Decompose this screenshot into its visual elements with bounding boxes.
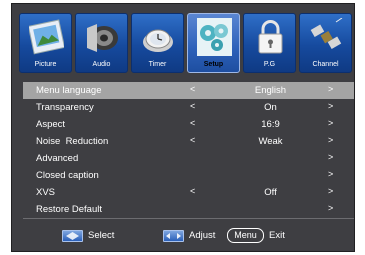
menu-item-value: Off xyxy=(264,187,277,198)
menu-item-value: 16:9 xyxy=(261,119,280,130)
menu-item-label: XVS xyxy=(36,187,56,198)
tab-timer[interactable]: Timer xyxy=(131,13,184,73)
select-keys-icon xyxy=(62,230,83,242)
left-arrow-icon[interactable]: < xyxy=(190,135,195,145)
tab-bar: Picture Audio Timer Setup P.G Channel xyxy=(19,13,353,74)
tab-timer-label: Timer xyxy=(148,61,167,68)
menu-item-label: Restore Default xyxy=(36,204,103,215)
menu-item-label: Transparency xyxy=(36,102,94,113)
audio-icon xyxy=(87,24,118,52)
adjust-keys-icon xyxy=(163,230,184,242)
right-arrow-icon[interactable]: > xyxy=(328,84,333,94)
menu-item-value: English xyxy=(254,85,287,96)
tab-audio-label: Audio xyxy=(92,61,111,68)
right-arrow-icon[interactable]: > xyxy=(328,135,333,145)
menu-item-noise-reduction[interactable]: Noise Reduction < Weak > xyxy=(23,133,354,150)
menu-item-value: On xyxy=(264,102,277,113)
left-arrow-icon[interactable]: < xyxy=(190,101,195,111)
right-arrow-icon[interactable]: > xyxy=(328,169,333,179)
menu-item-value: Weak xyxy=(258,136,283,147)
menu-item-closed-caption[interactable]: Closed caption > xyxy=(23,167,354,184)
menu-key-icon: Menu xyxy=(227,228,264,243)
tab-pg[interactable]: P.G xyxy=(243,13,296,73)
menu-item-aspect[interactable]: Aspect < 16:9 > xyxy=(23,116,354,133)
tab-setup[interactable]: Setup xyxy=(187,13,240,73)
footer-divider xyxy=(23,218,354,219)
menu-item-label: Closed caption xyxy=(36,170,99,181)
tab-picture[interactable]: Picture xyxy=(19,13,72,73)
menu-item-label: Noise Reduction xyxy=(36,136,109,147)
timer-icon xyxy=(143,29,173,52)
menu-item-restore-default[interactable]: Restore Default > xyxy=(23,201,354,218)
setup-menu-window: Picture Audio Timer Setup P.G Channel Me… xyxy=(11,3,355,252)
right-arrow-icon[interactable]: > xyxy=(328,203,333,213)
tab-channel[interactable]: Channel xyxy=(299,13,352,73)
picture-icon xyxy=(29,19,64,55)
select-hint-label: Select xyxy=(88,230,115,241)
menu-item-label: Advanced xyxy=(36,153,79,164)
tab-audio[interactable]: Audio xyxy=(75,13,128,73)
right-arrow-icon[interactable]: > xyxy=(328,186,333,196)
menu-item-transparency[interactable]: Transparency < On > xyxy=(23,99,354,116)
tab-pg-label: P.G xyxy=(263,61,276,68)
tab-picture-label: Picture xyxy=(34,61,57,68)
right-arrow-icon[interactable]: > xyxy=(328,101,333,111)
left-arrow-icon[interactable]: < xyxy=(190,84,195,94)
setup-options-list: Menu language < English > Transparency <… xyxy=(23,82,354,215)
tab-channel-label: Channel xyxy=(312,61,339,68)
left-arrow-icon[interactable]: < xyxy=(190,118,195,128)
menu-item-advanced[interactable]: Advanced > xyxy=(23,150,354,167)
satellite-icon xyxy=(310,18,343,49)
right-arrow-icon[interactable]: > xyxy=(328,118,333,128)
menu-item-menu-language[interactable]: Menu language < English > xyxy=(23,82,354,99)
exit-hint-label: Exit xyxy=(269,230,285,241)
tab-setup-label: Setup xyxy=(203,61,224,68)
lock-icon xyxy=(258,20,283,54)
menu-item-label: Aspect xyxy=(36,119,66,130)
adjust-hint-label: Adjust xyxy=(189,230,216,241)
right-arrow-icon[interactable]: > xyxy=(328,152,333,162)
setup-icon xyxy=(197,18,232,56)
key-hint-bar: Select Adjust Menu Exit xyxy=(12,224,354,248)
menu-item-xvs[interactable]: XVS < Off > xyxy=(23,184,354,201)
left-arrow-icon[interactable]: < xyxy=(190,186,195,196)
menu-item-label: Menu language xyxy=(36,85,102,96)
